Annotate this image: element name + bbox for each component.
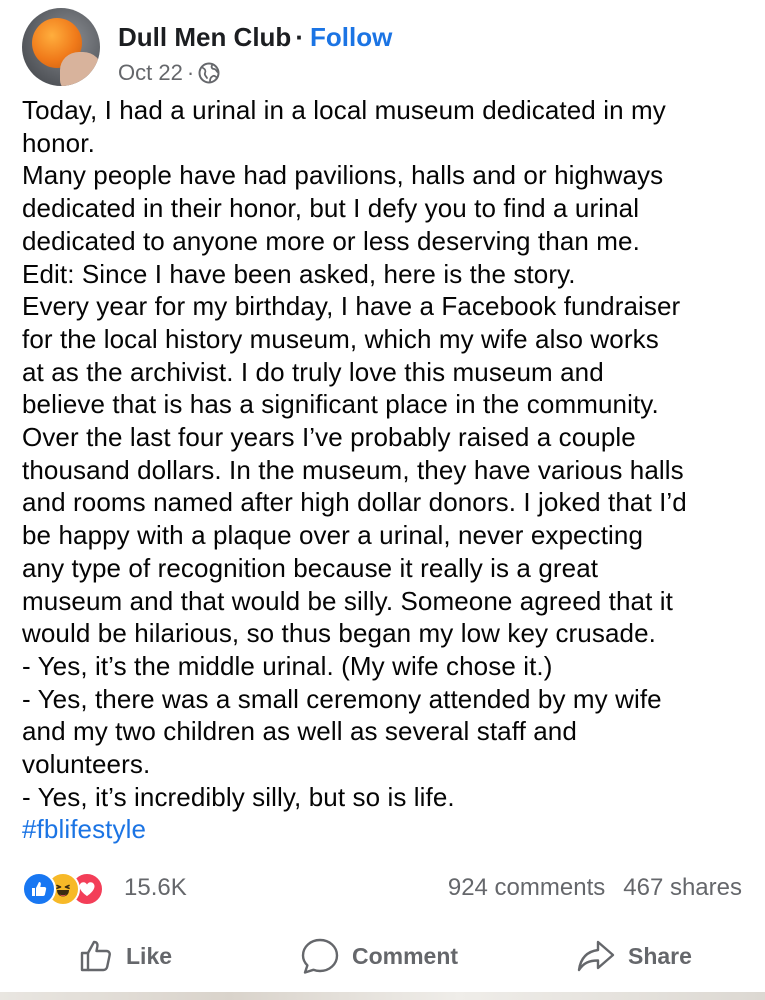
globe-icon xyxy=(198,62,220,84)
thumbs-up-icon xyxy=(78,938,114,974)
post-body-line: at as the archivist. I do truly love thi… xyxy=(22,356,604,387)
comment-bubble-icon xyxy=(300,936,340,976)
post-body-line: any type of recognition because it reall… xyxy=(22,552,599,583)
post-body-line: Every year for my birthday, I have a Fac… xyxy=(22,291,681,322)
avatar-photo-hand xyxy=(60,52,100,86)
post-body-line: Edit: Since I have been asked, here is t… xyxy=(22,258,576,289)
post-body-line: thousand dollars. In the museum, they ha… xyxy=(22,454,684,485)
post-body-line: would be hilarious, so thus began my low… xyxy=(22,618,656,649)
post-body-line: dedicated to anyone more or less deservi… xyxy=(22,225,640,256)
post-body-line: Many people have had pavilions, halls an… xyxy=(22,160,664,191)
post-header: Dull Men Club · Follow Oct 22 · xyxy=(22,8,742,88)
like-reaction-icon xyxy=(22,872,56,906)
post-date[interactable]: Oct 22 xyxy=(118,59,183,87)
facebook-post: Dull Men Club · Follow Oct 22 · Today, I h… xyxy=(0,0,765,1000)
post-meta: Oct 22 · xyxy=(118,59,220,87)
post-body-line: museum and that would be silly. Someone … xyxy=(22,585,673,616)
post-body: Today, I had a urinal in a local museum … xyxy=(22,94,757,846)
post-body-line: and rooms named after high dollar donors… xyxy=(22,487,687,518)
comment-label: Comment xyxy=(352,942,459,969)
post-body-line: volunteers. xyxy=(22,749,151,780)
post-body-line: for the local history museum, which my w… xyxy=(22,323,659,354)
share-count[interactable]: 467 shares xyxy=(623,874,742,901)
post-body-line: and my two children as well as several s… xyxy=(22,716,577,747)
post-body-line: - Yes, it’s the middle urinal. (My wife … xyxy=(22,650,553,681)
author-avatar[interactable] xyxy=(22,8,100,86)
action-bar: Like Comment Share xyxy=(0,928,765,984)
like-button[interactable]: Like xyxy=(78,928,172,984)
reaction-icons[interactable] xyxy=(22,872,122,906)
name-separator: · xyxy=(295,22,304,52)
follow-button[interactable]: Follow xyxy=(310,22,392,52)
post-body-line: Today, I had a urinal in a local museum … xyxy=(22,95,666,125)
comment-count[interactable]: 924 comments xyxy=(448,874,605,901)
post-body-line: be happy with a plaque over a urinal, ne… xyxy=(22,520,644,551)
reactions-bar: 15.6K 924 comments 467 shares xyxy=(22,870,742,906)
meta-separator: · xyxy=(186,60,195,85)
reaction-count[interactable]: 15.6K xyxy=(124,873,187,903)
share-arrow-icon xyxy=(576,938,616,974)
post-body-line: honor. xyxy=(22,127,95,158)
share-label: Share xyxy=(628,942,692,969)
engagement-counts: 924 comments 467 shares xyxy=(448,873,742,903)
author-name[interactable]: Dull Men Club xyxy=(118,22,291,52)
next-post-edge xyxy=(0,992,765,1000)
post-body-line: believe that is has a significant place … xyxy=(22,389,659,420)
post-body-line: dedicated in their honor, but I defy you… xyxy=(22,193,640,224)
comment-button[interactable]: Comment xyxy=(300,928,458,984)
like-label: Like xyxy=(126,942,173,969)
author-line: Dull Men Club · Follow xyxy=(118,21,392,53)
post-body-line: - Yes, it’s incredibly silly, but so is … xyxy=(22,781,455,812)
post-body-line: Over the last four years I’ve probably r… xyxy=(22,422,636,453)
post-body-line: - Yes, there was a small ceremony attend… xyxy=(22,683,662,714)
hashtag-link[interactable]: #fblifestyle xyxy=(22,813,757,846)
share-button[interactable]: Share xyxy=(576,928,692,984)
